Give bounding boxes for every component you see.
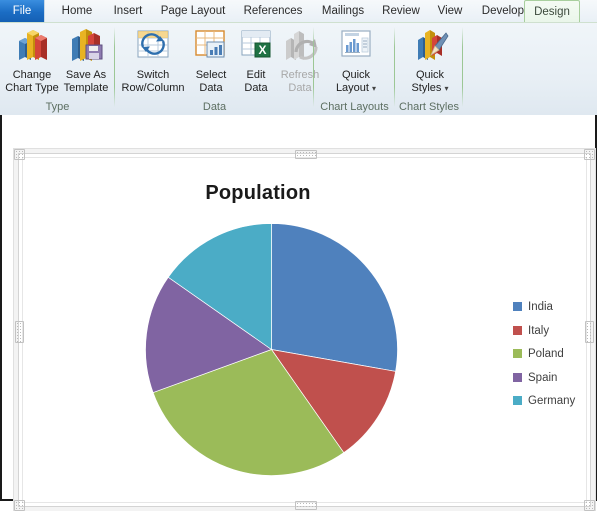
tab-insert[interactable]: Insert xyxy=(104,0,152,22)
quick-layout-text: Quick Layout xyxy=(336,69,370,94)
chart-object-frame[interactable]: Population India Italy Poland Spain Germany xyxy=(18,153,591,507)
group-chart-layouts: Quick Layout ▾ Chart Layouts xyxy=(314,23,395,115)
select-data-label: Select Data xyxy=(188,69,234,94)
tab-page-layout-label: Page Layout xyxy=(161,5,226,17)
quick-layout-button[interactable]: Quick Layout ▾ xyxy=(328,26,384,96)
tab-view[interactable]: View xyxy=(428,0,472,22)
tab-design[interactable]: Design xyxy=(524,0,580,23)
legend-item-poland[interactable]: Poland xyxy=(513,343,575,367)
resize-handle-middle-left[interactable] xyxy=(15,321,24,343)
tab-file-label: File xyxy=(13,5,32,17)
ribbon-body: Change Chart Type Sa xyxy=(0,22,597,115)
save-as-template-button[interactable]: Save As Template xyxy=(59,26,113,95)
quick-styles-label: Quick Styles ▾ xyxy=(404,69,456,95)
quick-styles-icon xyxy=(404,27,456,66)
tab-references-label: References xyxy=(244,5,303,17)
legend-swatch-poland xyxy=(513,349,522,358)
select-data-button[interactable]: Select Data xyxy=(187,26,235,95)
legend-label-poland: Poland xyxy=(528,348,564,360)
bar-chart-icon xyxy=(5,27,59,66)
tab-view-label: View xyxy=(438,5,463,17)
group-data-label: Data xyxy=(115,101,314,113)
pie-chart[interactable] xyxy=(141,219,402,480)
tab-mailings[interactable]: Mailings xyxy=(312,0,374,22)
quick-layout-icon xyxy=(329,27,383,66)
group-separator xyxy=(462,27,463,107)
group-chart-layouts-label: Chart Layouts xyxy=(314,101,395,113)
legend-swatch-india xyxy=(513,302,522,311)
ribbon-tab-strip: File Home Insert Page Layout References Maili… xyxy=(0,0,597,23)
chart-title[interactable]: Population xyxy=(23,182,493,205)
edit-data-icon: X xyxy=(236,27,276,66)
group-type-label: Type xyxy=(0,101,115,113)
switch-row-column-icon xyxy=(120,27,186,66)
switch-row-column-label: Switch Row/Column xyxy=(120,69,186,94)
change-chart-type-label: Change Chart Type xyxy=(5,69,59,94)
chart-plot-area[interactable]: Population India Italy Poland Spain Germany xyxy=(22,157,587,503)
tab-references[interactable]: References xyxy=(234,0,312,22)
pie-slice-india[interactable] xyxy=(272,224,398,372)
quick-styles-button[interactable]: Quick Styles ▾ xyxy=(403,26,457,96)
legend-label-italy: Italy xyxy=(528,325,549,337)
quick-layout-label: Quick Layout ▾ xyxy=(329,69,383,95)
legend-label-germany: Germany xyxy=(528,395,575,407)
svg-text:X: X xyxy=(258,43,266,57)
group-data: Switch Row/Column Se xyxy=(115,23,314,115)
group-chart-styles-label: Chart Styles xyxy=(395,101,463,113)
save-as-template-label: Save As Template xyxy=(60,69,112,94)
legend-swatch-germany xyxy=(513,396,522,405)
tab-insert-label: Insert xyxy=(114,5,143,17)
select-data-icon xyxy=(188,27,234,66)
group-chart-styles: Quick Styles ▾ Chart Styles xyxy=(395,23,463,115)
resize-handle-top-center[interactable] xyxy=(295,150,317,159)
document-canvas[interactable]: Population India Italy Poland Spain Germany xyxy=(0,115,597,501)
tab-review-label: Review xyxy=(382,5,420,17)
resize-handle-top-right[interactable] xyxy=(584,149,595,160)
edit-data-button[interactable]: X Edit Data xyxy=(235,26,277,95)
save-template-icon xyxy=(60,27,112,66)
quick-styles-text: Quick Styles xyxy=(411,69,444,94)
change-chart-type-button[interactable]: Change Chart Type xyxy=(4,26,60,95)
legend-item-spain[interactable]: Spain xyxy=(513,367,575,391)
chevron-down-icon[interactable]: ▾ xyxy=(372,84,376,93)
legend-label-india: India xyxy=(528,301,553,313)
legend-swatch-italy xyxy=(513,326,522,335)
chevron-down-icon[interactable]: ▾ xyxy=(445,84,449,93)
tab-home-label: Home xyxy=(62,5,93,17)
resize-handle-bottom-center[interactable] xyxy=(295,501,317,510)
tab-review[interactable]: Review xyxy=(374,0,428,22)
group-type: Change Chart Type Sa xyxy=(0,23,115,115)
resize-handle-middle-right[interactable] xyxy=(585,321,594,343)
switch-row-column-button[interactable]: Switch Row/Column xyxy=(119,26,187,95)
resize-handle-bottom-right[interactable] xyxy=(584,500,595,511)
legend-item-italy[interactable]: Italy xyxy=(513,320,575,344)
chart-legend[interactable]: India Italy Poland Spain Germany xyxy=(513,296,575,414)
legend-item-germany[interactable]: Germany xyxy=(513,390,575,414)
tab-design-label: Design xyxy=(534,6,570,18)
resize-handle-top-left[interactable] xyxy=(14,149,25,160)
tab-mailings-label: Mailings xyxy=(322,5,364,17)
legend-label-spain: Spain xyxy=(528,372,557,384)
tab-home[interactable]: Home xyxy=(52,0,102,22)
legend-item-india[interactable]: India xyxy=(513,296,575,320)
resize-handle-bottom-left[interactable] xyxy=(14,500,25,511)
ribbon: File Home Insert Page Layout References Maili… xyxy=(0,0,597,115)
tab-page-layout[interactable]: Page Layout xyxy=(152,0,234,22)
legend-swatch-spain xyxy=(513,373,522,382)
edit-data-label: Edit Data xyxy=(236,69,276,94)
tab-file[interactable]: File xyxy=(0,0,45,22)
